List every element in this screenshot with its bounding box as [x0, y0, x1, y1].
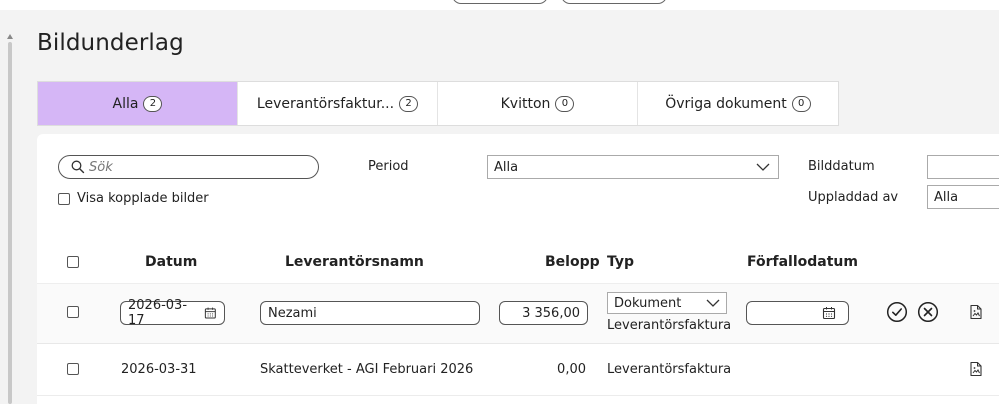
tab-label: Övriga dokument	[665, 95, 787, 112]
tab-kvitton[interactable]: Kvitton 0	[438, 82, 638, 125]
document-image-icon[interactable]	[969, 304, 983, 320]
typ-select-value: Dokument	[614, 295, 682, 311]
header-belopp[interactable]: Belopp	[545, 254, 600, 270]
header-datum[interactable]: Datum	[145, 254, 197, 270]
datum-value: 2026-03-17	[128, 298, 188, 328]
bilddatum-label: Bilddatum	[808, 159, 875, 174]
confirm-check-icon[interactable]	[886, 301, 908, 323]
count-badge: 2	[399, 95, 419, 112]
typ-cell: Leverantörsfaktura	[607, 362, 732, 377]
chevron-down-icon	[706, 299, 720, 307]
belopp-value: 3 356,00	[522, 305, 580, 321]
header-forfallodatum[interactable]: Förfallodatum	[747, 254, 858, 270]
period-select[interactable]: Alla	[487, 155, 779, 179]
visa-kopplade-label: Visa kopplade bilder	[77, 191, 209, 206]
count-badge: 2	[143, 95, 163, 112]
scroll-thumb[interactable]	[8, 42, 12, 404]
period-value: Alla	[494, 159, 519, 175]
leverantorsnamn-cell: Skatteverket - AGI Februari 2026	[260, 362, 474, 377]
row-checkbox[interactable]	[67, 306, 79, 318]
document-image-icon[interactable]	[969, 361, 983, 377]
visa-kopplade-checkbox[interactable]	[58, 192, 70, 205]
period-label: Period	[368, 159, 409, 174]
tab-bar: Alla 2 Leverantörsfaktur... 2 Kvitton 0 …	[37, 81, 839, 126]
belopp-input[interactable]: 3 356,00	[499, 301, 588, 325]
select-all-checkbox[interactable]	[67, 256, 79, 268]
top-button-2[interactable]	[561, 0, 667, 4]
leverantorsnamn-input[interactable]: Nezami	[260, 301, 480, 325]
header-leverantorsnamn[interactable]: Leverantörsnamn	[285, 254, 424, 270]
row-checkbox[interactable]	[67, 363, 79, 375]
calendar-icon[interactable]	[204, 306, 217, 320]
tab-ovriga-dokument[interactable]: Övriga dokument 0	[638, 82, 838, 125]
tab-leverantorsfakturor[interactable]: Leverantörsfaktur... 2	[238, 82, 438, 125]
top-button-1[interactable]	[452, 0, 548, 4]
page-title: Bildunderlag	[37, 30, 184, 56]
datum-input[interactable]: 2026-03-17	[120, 298, 225, 328]
count-badge: 0	[555, 95, 575, 112]
calendar-icon[interactable]	[822, 306, 836, 320]
tab-label: Leverantörsfaktur...	[256, 95, 395, 112]
search-icon	[71, 160, 85, 174]
header-typ[interactable]: Typ	[607, 254, 634, 270]
bilddatum-input[interactable]	[927, 155, 999, 179]
leverantorsnamn-value: Nezami	[268, 305, 317, 321]
tab-alla[interactable]: Alla 2	[38, 82, 238, 125]
chevron-down-icon	[756, 163, 770, 171]
typ-select[interactable]: Dokument	[607, 292, 727, 314]
tab-label: Alla	[112, 95, 139, 112]
uppladdad-label: Uppladdad av	[808, 190, 899, 205]
count-badge: 0	[791, 95, 811, 112]
visa-kopplade-option[interactable]: Visa kopplade bilder	[58, 191, 209, 206]
tab-label: Kvitton	[500, 95, 551, 112]
scroll-up-arrow-icon[interactable]	[7, 34, 13, 39]
forfallodatum-input[interactable]	[746, 301, 849, 325]
belopp-cell: 0,00	[557, 362, 586, 377]
uppladdad-value: Alla	[934, 189, 959, 205]
cancel-x-icon[interactable]	[917, 301, 939, 323]
uppladdad-select[interactable]: Alla	[927, 185, 999, 209]
search-field[interactable]	[58, 155, 319, 179]
datum-cell: 2026-03-31	[121, 362, 197, 377]
vertical-scrollbar[interactable]	[7, 34, 13, 404]
search-input[interactable]	[89, 159, 289, 175]
typ-text: Leverantörsfaktura	[607, 318, 732, 333]
